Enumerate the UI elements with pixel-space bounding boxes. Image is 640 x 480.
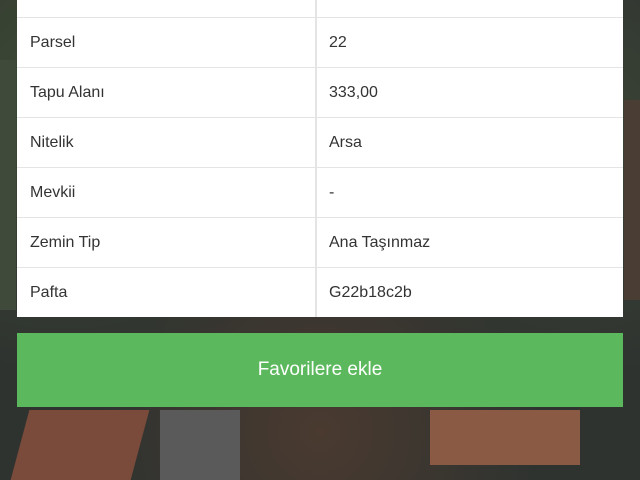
table-row: Tapu Alanı 333,00 [17,68,623,118]
rooftop-shape [0,60,16,310]
row-label: Parsel [17,18,317,67]
row-value: Arsa [329,133,362,151]
property-details-table: Ada 1767 Parsel 22 Tapu Alanı 333,00 Nit… [17,0,623,317]
table-row: Nitelik Arsa [17,118,623,168]
row-value: 333,00 [329,83,378,101]
rooftop-shape [430,410,580,465]
row-value: 22 [329,33,347,51]
row-label: Zemin Tip [17,218,317,267]
row-value: G22b18c2b [329,283,412,301]
table-row: Mevkii - [17,168,623,218]
row-label: Mevkii [17,168,317,217]
rooftop-shape [624,100,640,300]
rooftop-shape [10,410,150,480]
row-label: Ada [17,0,317,17]
table-row: Zemin Tip Ana Taşınmaz [17,218,623,268]
row-value: Ana Taşınmaz [329,233,431,251]
table-row: Pafta G22b18c2b [17,268,623,317]
row-label: Tapu Alanı [17,68,317,117]
row-label: Nitelik [17,118,317,167]
add-to-favorites-button[interactable]: Favorilere ekle [17,333,623,407]
table-row: Parsel 22 [17,18,623,68]
row-value: - [329,183,335,201]
table-row: Ada 1767 [17,0,623,18]
row-value: 1767 [317,0,623,17]
rooftop-shape [160,410,240,480]
row-label: Pafta [17,268,317,317]
